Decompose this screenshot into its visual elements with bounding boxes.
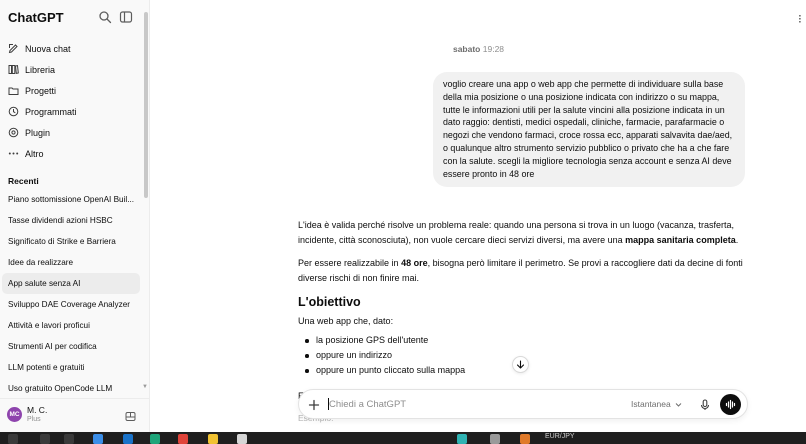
recent-chat-item[interactable]: Significato di Strike e Barriera [2, 231, 140, 252]
text-span: Per essere realizzabile in [298, 258, 402, 268]
mode-label: Istantanea [631, 399, 671, 409]
sidebar-item-library[interactable]: Libreria [0, 59, 142, 80]
waveform-icon [725, 399, 736, 410]
assistant-paragraph: Per essere realizzabile in 48 ore, bisog… [298, 256, 753, 286]
edit-icon [8, 43, 19, 54]
recent-chat-item-active[interactable]: App salute senza AI [2, 273, 140, 294]
chrome-icon[interactable] [178, 434, 188, 444]
sidebar-item-label: Progetti [25, 85, 57, 96]
section-heading: L'obiettivo [298, 295, 361, 309]
search-taskbar-icon[interactable] [40, 434, 50, 444]
microphone-icon[interactable] [699, 398, 711, 410]
recent-section-label: Recenti [8, 176, 39, 186]
sidebar-item-new-chat[interactable]: Nuova chat [0, 38, 142, 59]
timestamp-day: sabato [452, 44, 481, 54]
user-plan: Plus [27, 416, 41, 423]
edge-icon[interactable] [150, 434, 160, 444]
sidebar-scrollbar[interactable] [144, 12, 148, 198]
app-icon[interactable] [93, 434, 103, 444]
plugin-icon [8, 127, 19, 138]
mode-selector[interactable]: Istantanea [631, 399, 682, 409]
recent-chat-item[interactable]: Piano sottomissione OpenAI Buil... [2, 189, 140, 210]
app-icon[interactable] [457, 434, 467, 444]
message-timestamp: sabato 19:28 [151, 44, 806, 54]
sidebar-item-label: Programmati [25, 106, 77, 117]
timestamp-time: 19:28 [482, 44, 505, 54]
mail-icon[interactable] [123, 434, 133, 444]
taskview-icon[interactable] [64, 434, 74, 444]
recent-chat-item[interactable]: Idee da realizzare [2, 252, 140, 273]
explorer-icon[interactable] [208, 434, 218, 444]
app-icon[interactable] [520, 434, 530, 444]
sidebar-item-scheduled[interactable]: Programmati [0, 101, 142, 122]
chatgpt-taskbar-icon[interactable] [237, 434, 247, 444]
chatgpt-app: ChatGPT Nuova chat Libreria Progetti Pro… [0, 0, 806, 444]
sidebar-item-projects[interactable]: Progetti [0, 80, 142, 101]
recent-chat-item[interactable]: Attività e lavori proficui [2, 315, 140, 336]
settings-panel-icon[interactable] [125, 409, 136, 421]
message-composer: Istantanea [298, 389, 748, 419]
sidebar: ChatGPT Nuova chat Libreria Progetti Pro… [0, 0, 150, 432]
user-message-bubble: voglio creare una app o web app che perm… [433, 72, 745, 188]
folder-icon [8, 85, 19, 96]
chevron-down-icon [675, 402, 682, 407]
voice-mode-button[interactable] [720, 394, 741, 415]
os-taskbar: EUR/JPY [0, 432, 806, 444]
text-span: . [735, 235, 739, 245]
recent-chat-item[interactable]: Strumenti AI per codifica [2, 336, 140, 357]
plus-icon[interactable] [308, 398, 320, 411]
sidebar-item-label: Libreria [25, 64, 56, 75]
clock-icon [8, 106, 19, 117]
ticker-widget[interactable]: EUR/JPY [545, 433, 575, 440]
assistant-paragraph: L'idea è valida perché risolve un proble… [298, 218, 753, 248]
sidebar-item-plugin[interactable]: Plugin [0, 122, 142, 143]
app-icon[interactable] [490, 434, 500, 444]
recent-chat-item[interactable]: Sviluppo DAE Coverage Analyzer [2, 294, 140, 315]
sidebar-toggle-icon[interactable] [119, 10, 133, 24]
assistant-message: L'idea è valida perché risolve un proble… [298, 218, 753, 378]
more-icon [8, 148, 19, 159]
chat-main: ⁝ sabato 19:28 voglio creare una app o w… [151, 0, 806, 432]
avatar: MC [7, 407, 22, 422]
recent-chats-list: Piano sottomissione OpenAI Buil... Tasse… [2, 189, 140, 399]
bold-text: mappa sanitaria completa [625, 235, 736, 245]
list-item: la posizione GPS dell'utente [304, 333, 753, 348]
chat-input[interactable] [329, 396, 589, 412]
library-icon [8, 64, 19, 75]
start-icon[interactable] [8, 434, 18, 444]
recent-chat-item[interactable]: Tasse dividendi azioni HSBC [2, 210, 140, 231]
sidebar-header: ChatGPT [0, 0, 150, 36]
search-icon[interactable] [98, 10, 112, 24]
sidebar-nav: Nuova chat Libreria Progetti Programmati [0, 38, 142, 164]
arrow-down-icon [516, 360, 525, 369]
bold-text: 48 ore [401, 258, 428, 268]
sidebar-item-more[interactable]: Altro [0, 143, 142, 164]
sidebar-item-label: Plugin [25, 127, 51, 138]
brand-title[interactable]: ChatGPT [8, 10, 64, 25]
recent-chat-item[interactable]: LLM potenti e gratuiti [2, 357, 140, 378]
scroll-to-bottom-button[interactable] [512, 356, 529, 373]
sidebar-item-label: Nuova chat [25, 43, 71, 54]
partial-menu-icon[interactable]: ⁝ [798, 12, 802, 26]
user-account[interactable]: MC M. C. Plus [0, 398, 150, 432]
recent-chat-item[interactable]: Uso gratuito OpenCode LLM [2, 378, 140, 399]
scroll-down-arrow-icon[interactable]: ▼ [142, 384, 148, 390]
user-name: M. C. [27, 405, 48, 415]
assistant-paragraph: Una web app che, dato: [298, 316, 394, 326]
sidebar-item-label: Altro [25, 148, 44, 159]
